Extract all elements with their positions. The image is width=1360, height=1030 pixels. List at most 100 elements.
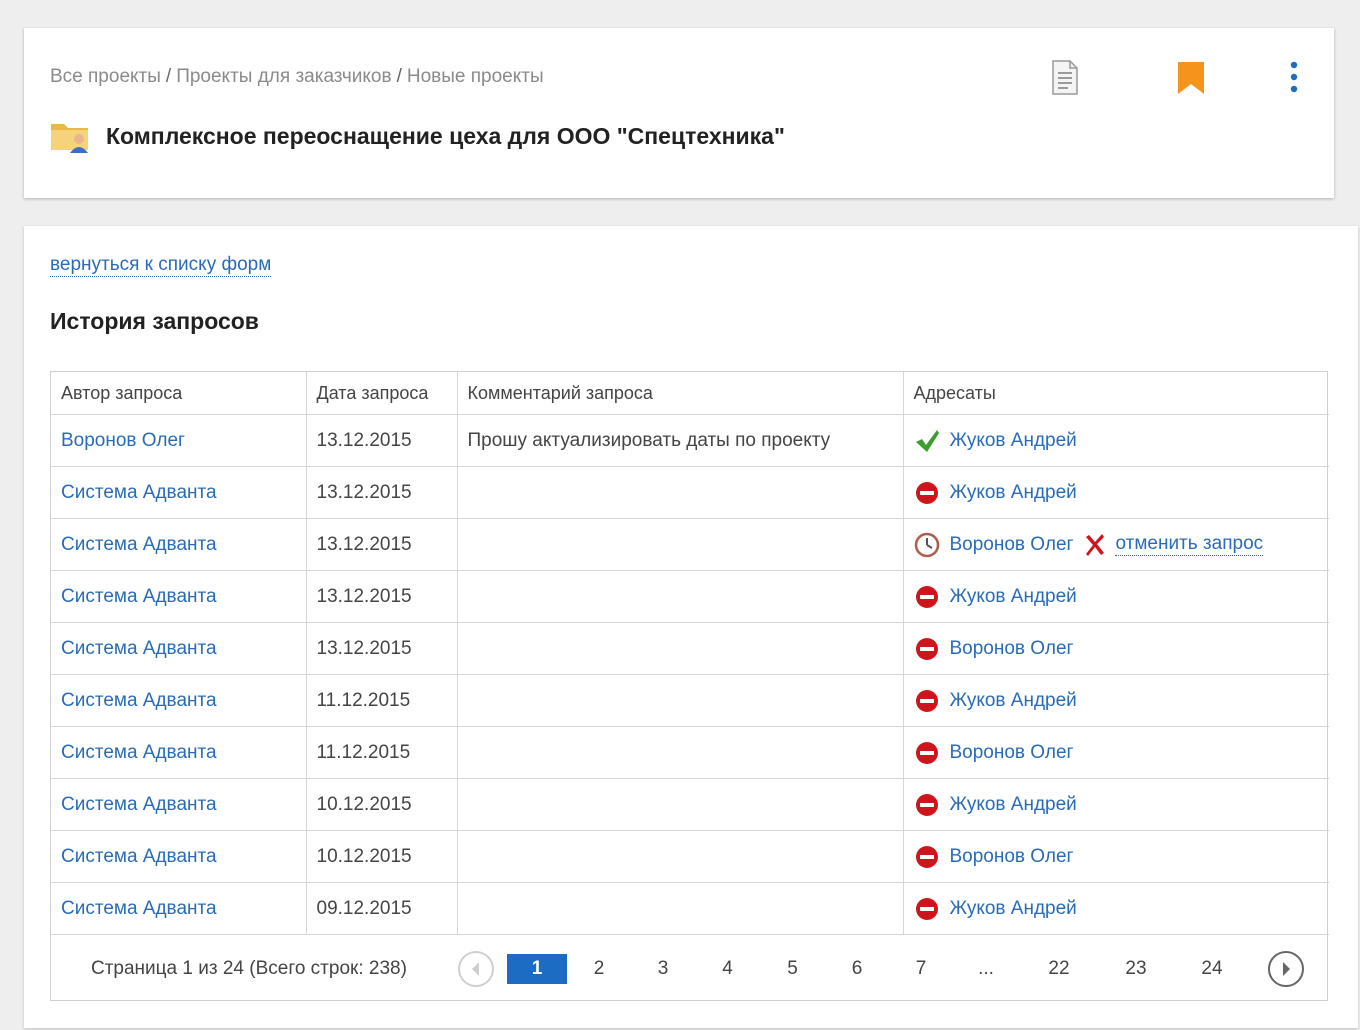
author-link[interactable]: Система Адванта bbox=[61, 638, 217, 659]
recipient-status: Жуков Андрей bbox=[914, 584, 1320, 610]
table-row: Воронов Олег 13.12.2015 Прошу актуализиров… bbox=[51, 414, 1329, 467]
recipient-link[interactable]: Воронов Олег bbox=[950, 534, 1074, 556]
back-to-forms-link[interactable]: вернуться к списку форм bbox=[50, 254, 272, 277]
recipient-link[interactable]: Жуков Андрей bbox=[950, 794, 1077, 816]
page-number[interactable]: 4 bbox=[695, 954, 760, 984]
comment-cell bbox=[456, 570, 904, 623]
recipient-link[interactable]: Воронов Олег bbox=[950, 638, 1074, 660]
recipient-link[interactable]: Воронов Олег bbox=[950, 846, 1074, 868]
author-link[interactable]: Система Адванта bbox=[61, 534, 217, 555]
table-row: Система Адванта 09.12.2015 Жуков Андрей bbox=[51, 882, 1329, 935]
comment-cell: Прошу актуализировать даты по проекту bbox=[456, 414, 904, 467]
recipient-link[interactable]: Жуков Андрей bbox=[950, 482, 1077, 504]
author-cell: Система Адванта bbox=[51, 466, 307, 519]
author-link[interactable]: Система Адванта bbox=[61, 742, 217, 763]
request-history-table: Автор запроса Дата запроса Комментарий з… bbox=[50, 371, 1329, 1001]
author-link[interactable]: Воронов Олег bbox=[61, 430, 185, 451]
author-link[interactable]: Система Адванта bbox=[61, 846, 217, 867]
comment-cell bbox=[456, 622, 904, 675]
page-number[interactable]: 1 bbox=[507, 954, 567, 984]
pagination-info: Страница 1 из 24 (Всего строк: 238) bbox=[91, 958, 407, 979]
recipient-link[interactable]: Жуков Андрей bbox=[950, 898, 1077, 920]
author-cell: Система Адванта bbox=[51, 622, 307, 675]
recipients-cell: Воронов Олег отменить запрос bbox=[902, 518, 1329, 571]
page-number[interactable]: 23 bbox=[1099, 954, 1173, 984]
table-row: Система Адванта 11.12.2015 Воронов Олег bbox=[51, 726, 1329, 779]
declined-icon bbox=[915, 741, 938, 764]
prev-page-icon[interactable] bbox=[457, 950, 495, 988]
recipient-link[interactable]: Жуков Андрей bbox=[950, 586, 1077, 608]
declined-icon bbox=[915, 637, 938, 660]
bookmark-icon[interactable] bbox=[1176, 60, 1206, 96]
section-title: История запросов bbox=[50, 308, 259, 334]
recipient-status: Воронов Олег bbox=[914, 844, 1320, 870]
author-cell: Система Адванта bbox=[51, 518, 307, 571]
recipients-cell: Воронов Олег bbox=[902, 726, 1329, 779]
table-row: Система Адванта 10.12.2015 Воронов Олег bbox=[51, 830, 1329, 883]
date-cell: 10.12.2015 bbox=[305, 830, 458, 883]
recipient-status: Жуков Андрей bbox=[914, 896, 1320, 922]
page-number[interactable]: 7 bbox=[889, 954, 953, 984]
recipient-status: Жуков Андрей bbox=[914, 428, 1320, 454]
table-row: Система Адванта 13.12.2015 Воронов Олег отм… bbox=[51, 518, 1329, 571]
date-cell: 11.12.2015 bbox=[305, 674, 458, 727]
date-cell: 13.12.2015 bbox=[305, 414, 458, 467]
author-link[interactable]: Система Адванта bbox=[61, 586, 217, 607]
request-history-panel: вернуться к списку форм История запросов… bbox=[24, 226, 1358, 1028]
recipient-link[interactable]: Воронов Олег bbox=[950, 742, 1074, 764]
page-ellipsis: ... bbox=[978, 958, 994, 979]
author-link[interactable]: Система Адванта bbox=[61, 482, 217, 503]
breadcrumb-new-projects[interactable]: Новые проекты bbox=[407, 66, 544, 87]
column-header-recipients[interactable]: Адресаты bbox=[902, 372, 1329, 415]
table-row: Система Адванта 13.12.2015 Воронов Олег bbox=[51, 622, 1329, 675]
next-page-icon[interactable] bbox=[1267, 950, 1305, 988]
page-number[interactable]: 3 bbox=[631, 954, 695, 984]
cancel-request-link[interactable]: отменить запрос bbox=[1115, 533, 1264, 556]
author-cell: Система Адванта bbox=[51, 778, 307, 831]
recipient-status: Воронов Олег отменить запрос bbox=[914, 532, 1320, 558]
cancel-x-icon[interactable] bbox=[1083, 533, 1107, 557]
comment-cell bbox=[456, 674, 904, 727]
date-cell: 11.12.2015 bbox=[305, 726, 458, 779]
author-link[interactable]: Система Адванта bbox=[61, 898, 217, 919]
comment-cell bbox=[456, 466, 904, 519]
table-header-row: Автор запроса Дата запроса Комментарий з… bbox=[51, 372, 1329, 415]
page-number[interactable]: 6 bbox=[825, 954, 889, 984]
breadcrumb-customer-projects[interactable]: Проекты для заказчиков bbox=[176, 66, 391, 87]
author-link[interactable]: Система Адванта bbox=[61, 690, 217, 711]
column-header-date[interactable]: Дата запроса bbox=[305, 372, 458, 415]
declined-icon bbox=[915, 897, 938, 920]
recipients-cell: Воронов Олег bbox=[902, 622, 1329, 675]
page-title: Комплексное переоснащение цеха для ООО "… bbox=[106, 122, 785, 149]
recipient-status: Жуков Андрей bbox=[914, 688, 1320, 714]
title-row: Комплексное переоснащение цеха для ООО "… bbox=[50, 118, 785, 154]
declined-icon bbox=[915, 481, 938, 504]
document-icon[interactable] bbox=[1050, 60, 1080, 96]
author-link[interactable]: Система Адванта bbox=[61, 794, 217, 815]
date-cell: 09.12.2015 bbox=[305, 882, 458, 935]
author-cell: Система Адванта bbox=[51, 570, 307, 623]
recipients-cell: Жуков Андрей bbox=[902, 466, 1329, 519]
page-number[interactable]: 2 bbox=[567, 954, 631, 984]
breadcrumb-all-projects[interactable]: Все проекты bbox=[50, 66, 161, 87]
page-number[interactable]: 22 bbox=[1019, 954, 1099, 984]
page-number[interactable]: 5 bbox=[760, 954, 825, 984]
table-row: Система Адванта 13.12.2015 Жуков Андрей bbox=[51, 570, 1329, 623]
recipients-cell: Жуков Андрей bbox=[902, 414, 1329, 467]
date-cell: 13.12.2015 bbox=[305, 466, 458, 519]
recipient-link[interactable]: Жуков Андрей bbox=[950, 690, 1077, 712]
column-header-author[interactable]: Автор запроса bbox=[51, 372, 307, 415]
page-number[interactable]: 24 bbox=[1173, 954, 1251, 984]
author-cell: Система Адванта bbox=[51, 674, 307, 727]
more-vertical-icon[interactable] bbox=[1288, 60, 1300, 96]
declined-icon bbox=[915, 793, 938, 816]
column-header-comment[interactable]: Комментарий запроса bbox=[456, 372, 904, 415]
project-header: Все проекты / Проекты для заказчиков / Новые… bbox=[24, 28, 1334, 198]
recipient-status: Жуков Андрей bbox=[914, 480, 1320, 506]
recipient-link[interactable]: Жуков Андрей bbox=[950, 430, 1077, 452]
breadcrumb-separator: / bbox=[165, 66, 172, 87]
comment-cell bbox=[456, 726, 904, 779]
recipients-cell: Жуков Андрей bbox=[902, 674, 1329, 727]
check-icon bbox=[915, 429, 939, 452]
breadcrumb-separator: / bbox=[396, 66, 402, 87]
